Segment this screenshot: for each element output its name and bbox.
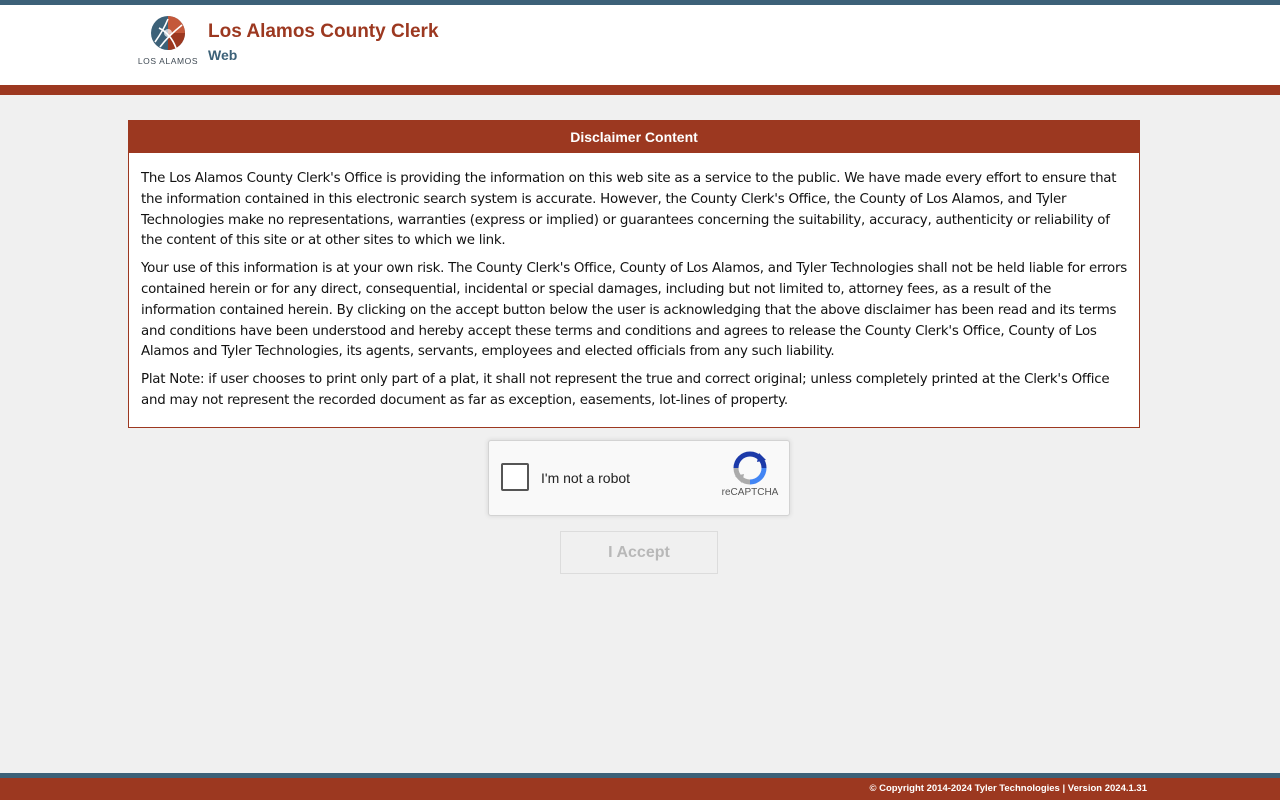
disclaimer-paragraph: Your use of this information is at your … [141,261,1127,360]
los-alamos-logo-icon [151,16,185,50]
los-alamos-logo[interactable]: LOS ALAMOS [137,15,199,67]
logo-text: LOS ALAMOS [137,56,199,66]
footer: © Copyright 2014-2024 Tyler Technologies… [0,778,1280,800]
recaptcha-label: I'm not a robot [541,470,631,486]
disclaimer-heading: Disclaimer Content [129,121,1139,153]
disclaimer-body: The Los Alamos County Clerk's Office is … [129,153,1139,412]
disclaimer-paragraph: The Los Alamos County Clerk's Office is … [141,171,1117,249]
app-title[interactable]: Los Alamos County Clerk [208,21,439,43]
copyright-text: © Copyright 2014-2024 Tyler Technologies… [869,783,1147,794]
recaptcha-checkbox[interactable] [501,463,529,491]
header: LOS ALAMOS Los Alamos County Clerk Web [0,5,1280,85]
recaptcha-widget: I'm not a robot reCAPTCHA [488,440,790,516]
recaptcha-logo-icon[interactable] [733,451,767,485]
disclaimer-paragraph: Plat Note: if user chooses to print only… [141,372,1110,408]
accept-button[interactable]: I Accept [560,531,718,574]
disclaimer-panel: Disclaimer Content The Los Alamos County… [128,120,1140,428]
header-rule [0,85,1280,95]
recaptcha-brand: reCAPTCHA [721,487,779,498]
app-subtitle: Web [208,47,238,63]
